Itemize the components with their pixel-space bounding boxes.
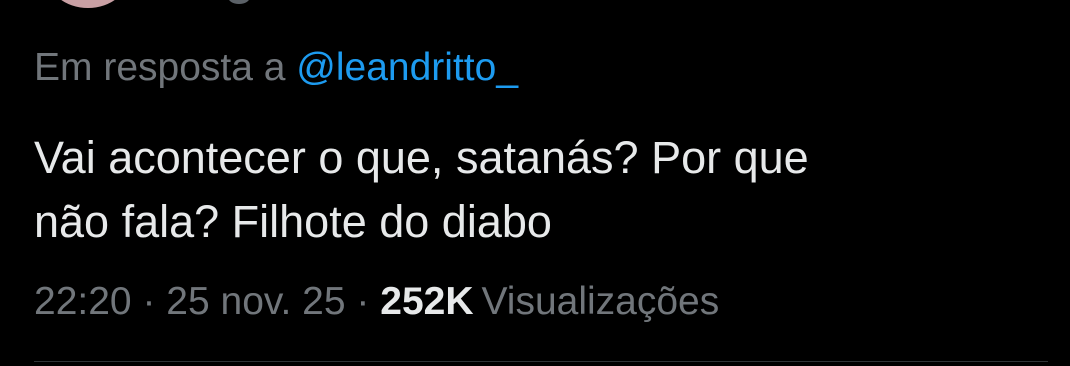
tweet-text-line: não fala? Filhote do diabo — [34, 196, 552, 247]
tweet-text: Vai acontecer o que, satanás? Por que nã… — [34, 126, 1014, 254]
tweet-date-link[interactable]: 25 nov. 25 — [166, 280, 345, 323]
tweet-metadata: 22:20 · 25 nov. 25 · 252K Visualizações — [34, 278, 719, 326]
divider — [34, 361, 1048, 362]
reply-prefix: Em resposta a — [34, 46, 286, 89]
avatar[interactable] — [46, 0, 130, 8]
reply-handle-link[interactable]: @leandritto_ — [296, 46, 518, 89]
meta-separator: · — [356, 280, 370, 323]
meta-separator: · — [142, 280, 156, 323]
views-label: Visualizações — [481, 280, 720, 323]
views-count[interactable]: 252K — [380, 280, 473, 323]
tweet-time-link[interactable]: 22:20 — [34, 280, 132, 323]
tweet-text-line: Vai acontecer o que, satanás? Por que — [34, 132, 809, 183]
reply-context: Em resposta a @leandritto_ — [34, 44, 518, 92]
author-name-fragment — [228, 0, 250, 4]
